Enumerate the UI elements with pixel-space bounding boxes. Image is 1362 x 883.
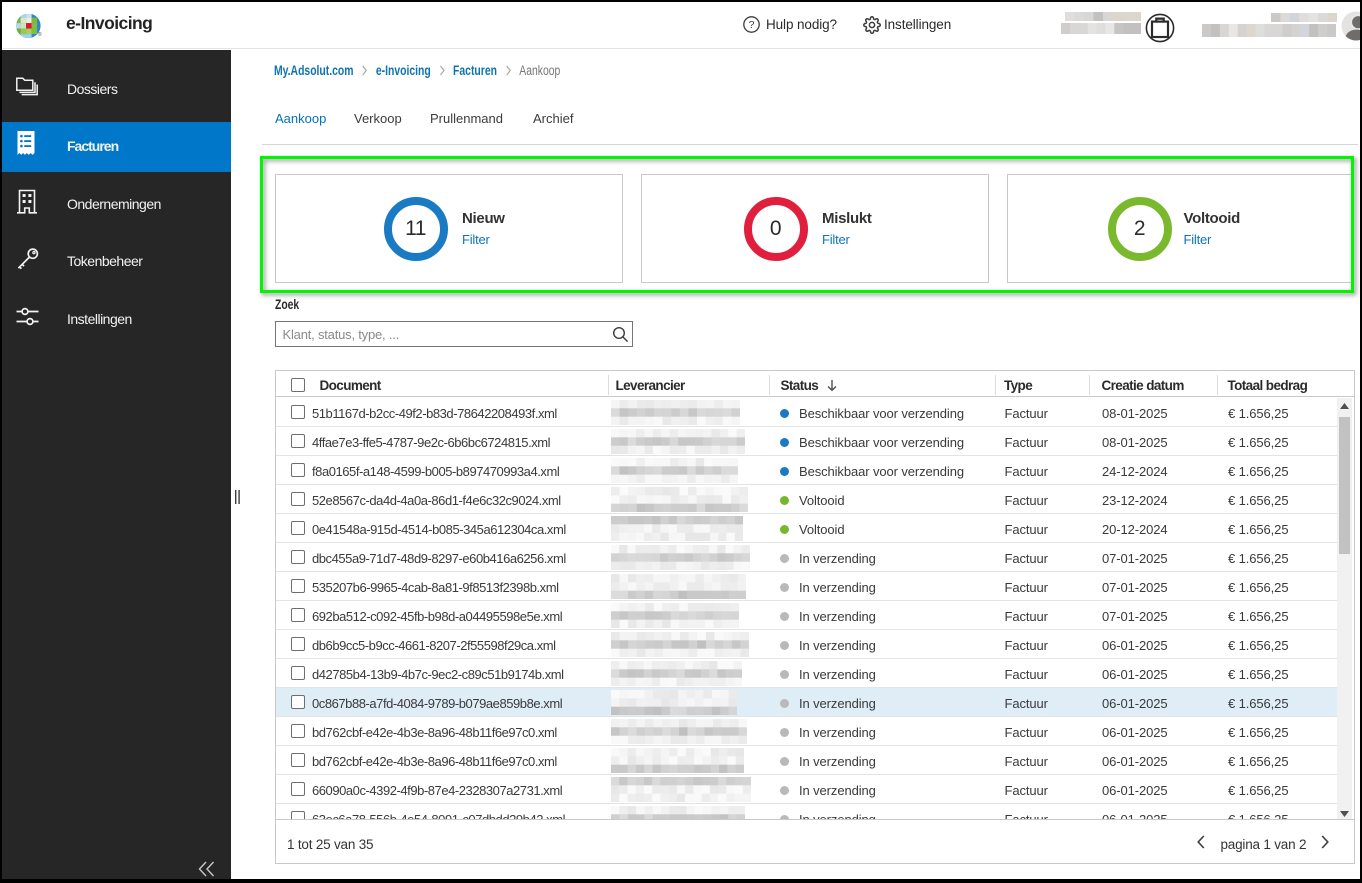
svg-text:?: ? (749, 19, 755, 31)
